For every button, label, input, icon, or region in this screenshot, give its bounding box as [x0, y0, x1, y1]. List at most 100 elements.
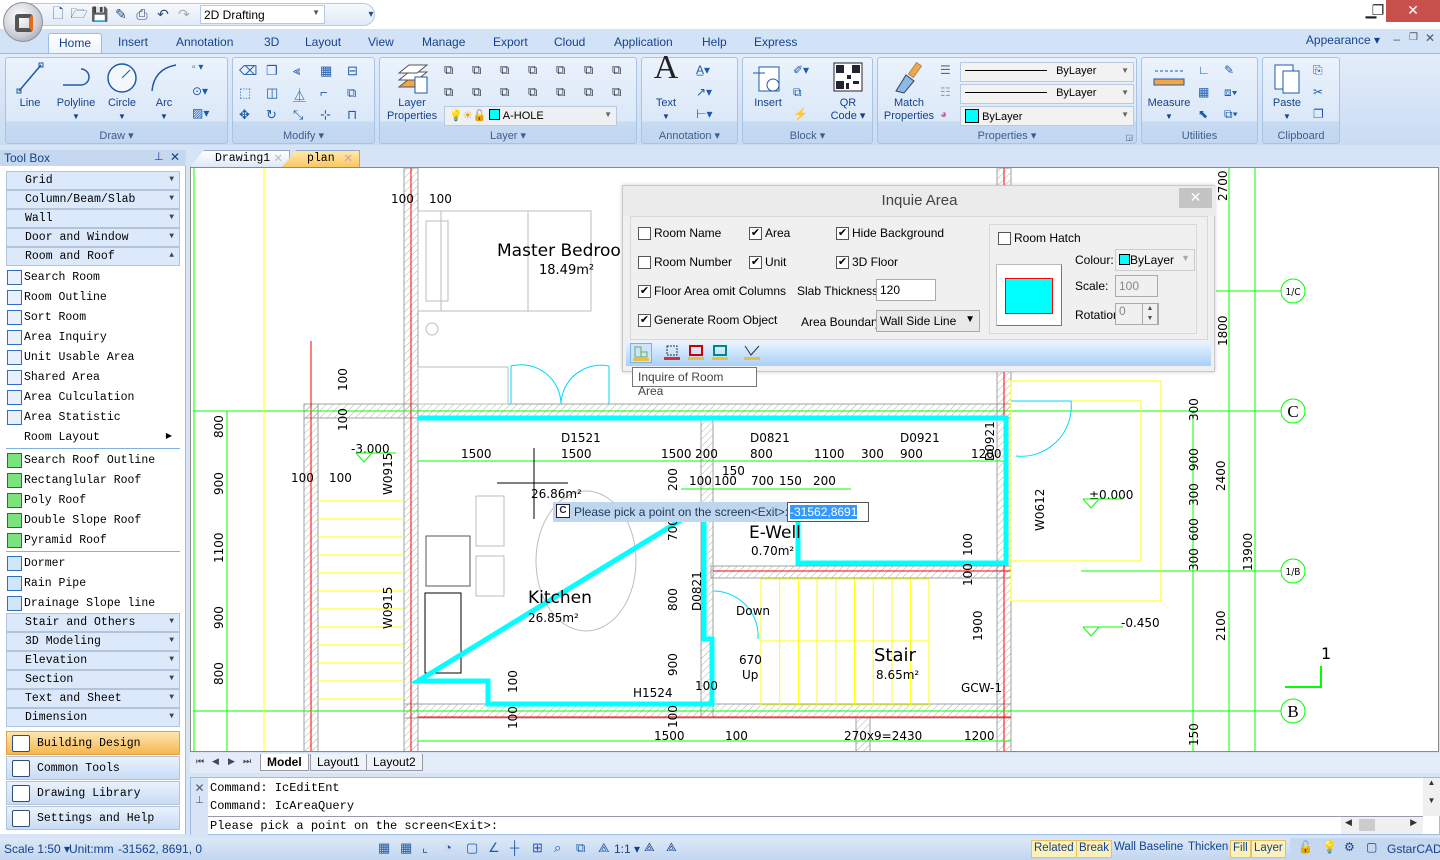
tab-layout[interactable]: Layout [295, 33, 351, 53]
print-icon[interactable]: ⎙ [133, 6, 151, 24]
layer-merge-icon[interactable]: ⧉ [584, 62, 602, 80]
group-icon[interactable]: ⊟ [347, 63, 365, 81]
layer-previous-icon[interactable]: ⧉ [556, 62, 574, 80]
settings-icon[interactable]: ⚙ [1344, 840, 1355, 854]
inquire-balcony-area-button[interactable] [686, 343, 708, 363]
layer-properties-button[interactable]: Layer Properties [382, 61, 442, 123]
section-dimension[interactable]: Dimension ▼ [6, 708, 180, 727]
category-common-tools[interactable]: Common Tools [6, 756, 180, 780]
dialog-close-button[interactable]: ✕ [1179, 188, 1212, 208]
customize-qat-icon[interactable]: ▾ [362, 5, 380, 23]
tab-view[interactable]: View [358, 33, 404, 53]
array-icon[interactable]: ▦ [320, 63, 338, 81]
floor-area-omit-checkbox[interactable]: ✔ Floor Area omit Columns [638, 284, 786, 300]
generate-room-checkbox[interactable]: ✔ Generate Room Object [638, 313, 777, 329]
tab-home[interactable]: Home [48, 33, 103, 53]
dimension-icon[interactable]: ⊢▾ [696, 107, 714, 125]
tool-search-room[interactable]: Search Room [6, 268, 180, 288]
layer-change-icon[interactable]: ⧉ [528, 84, 546, 102]
annotation-scale[interactable]: 1:1 ▾ [614, 842, 640, 856]
linetype-select[interactable]: ByLayer ▼ [960, 84, 1134, 104]
section-elevation[interactable]: Elevation ▼ [6, 651, 180, 670]
mirror-icon[interactable]: ⏅ [293, 85, 311, 103]
insert-button[interactable]: Insert [747, 61, 789, 110]
color-select[interactable]: ByLayer ▼ [960, 106, 1134, 126]
workspace-select[interactable]: 2D Drafting ▼ [200, 5, 325, 24]
save-icon[interactable]: 💾 [91, 6, 109, 24]
close-button[interactable]: ✕ [1386, 0, 1440, 22]
section-door-and-window[interactable]: Door and Window ▼ [6, 228, 180, 247]
close-tab-icon[interactable]: ✕ [273, 151, 283, 166]
undo-icon[interactable]: ↶ [154, 6, 172, 24]
appearance-menu[interactable]: Appearance ▾ [1306, 33, 1380, 47]
layer-isolate-icon[interactable]: ⧉ [444, 62, 462, 80]
inquire-roof-area-button[interactable] [742, 343, 764, 363]
section-room-and-roof[interactable]: Room and Roof ▲ [6, 247, 180, 266]
unit-checkbox[interactable]: ✔ Unit [749, 255, 786, 271]
new-file-icon[interactable]: 🗋 [49, 5, 67, 24]
tab-layout2[interactable]: Layout2 [366, 754, 423, 771]
section-text-and-sheet[interactable]: Text and Sheet ▼ [6, 689, 180, 708]
fillet-icon[interactable]: ⌐ [320, 85, 338, 103]
model-space-icon[interactable]: ⟁ [598, 840, 610, 856]
inquire-room-outline-button[interactable] [710, 343, 732, 363]
tab-manage[interactable]: Manage [412, 33, 475, 53]
offset-icon[interactable]: ⊓ [347, 107, 365, 125]
area-checkbox[interactable]: ✔ Area [749, 226, 790, 242]
area-boundary-select[interactable]: Wall Side Line ▼ [876, 310, 980, 332]
ribbon-close-icon[interactable]: ✕ [1425, 31, 1435, 45]
command-hscrollbar[interactable]: ◀ ▶ [1341, 817, 1423, 834]
edit-icon[interactable]: ✎ [1224, 63, 1242, 81]
ribbon-restore-icon[interactable]: ❐ [1409, 32, 1418, 43]
copy-icon[interactable]: ❐ [1313, 107, 1331, 125]
tool-rain-pipe[interactable]: Rain Pipe [6, 574, 180, 594]
block-attribute-icon[interactable]: ⚡ [793, 107, 811, 125]
pin-icon[interactable]: ⊥ [154, 150, 164, 163]
rotate-icon[interactable]: ↻ [266, 107, 284, 125]
first-tab-icon[interactable]: ⏮ [196, 756, 204, 767]
layer-copy-icon[interactable]: ⧉ [584, 84, 602, 102]
mtext-icon[interactable]: A̲▾ [696, 63, 714, 81]
tool-dormer[interactable]: Dormer [6, 554, 180, 574]
redo-icon[interactable]: ↷ [175, 6, 193, 24]
object-track-icon[interactable]: ∠ [488, 840, 500, 856]
auto-scale-icon[interactable]: ⟁ [666, 840, 677, 855]
explode-icon[interactable]: ⧉ [347, 85, 365, 103]
toggle-layer[interactable]: Layer [1251, 840, 1286, 858]
block-edit-icon[interactable]: ✐▾ [793, 63, 811, 81]
category-settings-and-help[interactable]: Settings and Help [6, 806, 180, 830]
tab-export[interactable]: Export [483, 33, 538, 53]
lock-icon[interactable]: 🔓 [1298, 840, 1313, 854]
toggle-break[interactable]: Break [1076, 840, 1113, 858]
circle-button[interactable]: Circle ▼ [104, 61, 140, 123]
close-tab-icon[interactable]: ✕ [343, 151, 353, 166]
tool-double-slope-roof[interactable]: Double Slope Roof [6, 511, 180, 531]
category-building-design[interactable]: Building Design [6, 731, 180, 755]
tab-layout1[interactable]: Layout1 [310, 754, 367, 771]
section-column-beam-slab[interactable]: Column/Beam/Slab ▼ [6, 190, 180, 209]
section-stair-and-others[interactable]: Stair and Others ▼ [6, 613, 180, 632]
layer-make-current-icon[interactable]: ⧉ [556, 84, 574, 102]
tool-room-outline[interactable]: Room Outline [6, 288, 180, 308]
command-scrollbar[interactable]: ▲ ▼ [1423, 778, 1440, 816]
dialog-launcher-icon[interactable]: ◲ [1125, 133, 1133, 142]
lineweight-icon[interactable]: ┼ [510, 840, 519, 855]
scale-menu[interactable]: Scale 1:50 ▾ [4, 842, 70, 856]
tab-express[interactable]: Express [744, 33, 807, 53]
tool-area-inquiry[interactable]: Area Inquiry [6, 328, 180, 348]
floor-3d-checkbox[interactable]: ✔ 3D Floor [836, 255, 898, 271]
bulb-icon[interactable]: 💡 [1322, 840, 1337, 854]
snap-grid-icon[interactable]: ▦ [400, 840, 412, 856]
room-number-checkbox[interactable]: Room Number [638, 255, 732, 271]
tool-unit-usable-area[interactable]: Unit Usable Area [6, 348, 180, 368]
block-create-icon[interactable]: ⧉ [793, 85, 811, 103]
colour-select[interactable]: ByLayer ▼ [1115, 249, 1195, 271]
layer-match-icon[interactable]: ⧉ [528, 62, 546, 80]
align-icon[interactable]: ⫷ [293, 63, 311, 81]
tool-shared-area[interactable]: Shared Area [6, 368, 180, 388]
section-3d-modeling[interactable]: 3D Modeling ▼ [6, 632, 180, 651]
layer-off-icon[interactable]: ⧉ [500, 62, 518, 80]
slab-thickness-input[interactable]: 120 [876, 279, 936, 301]
layer-freeze-icon[interactable]: ⧉ [472, 84, 490, 102]
cut-icon[interactable]: ✂ [1313, 85, 1331, 103]
